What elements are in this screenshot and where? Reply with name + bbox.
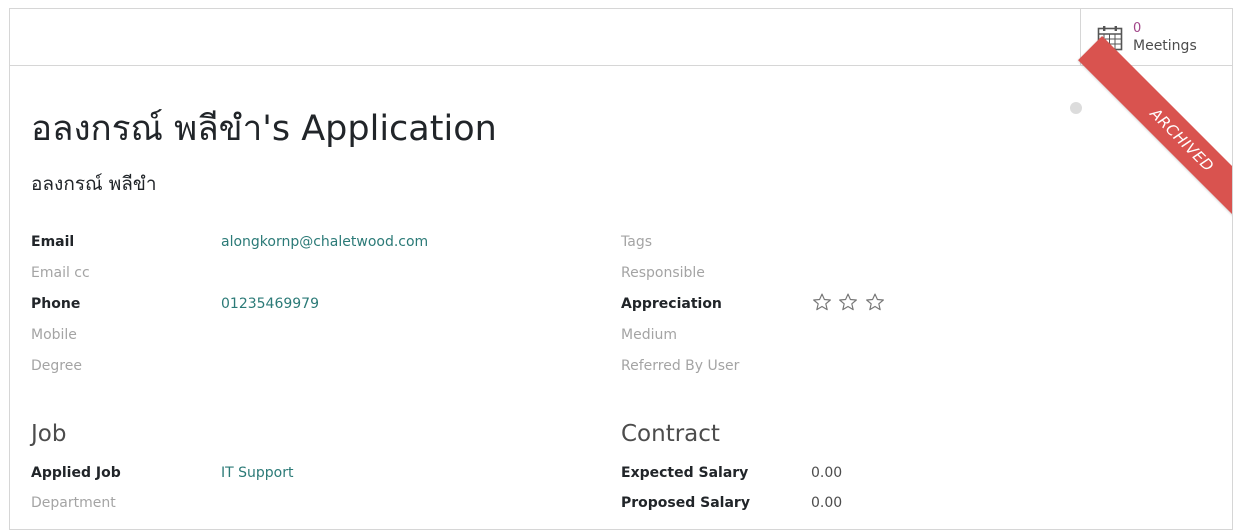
referred-by-label: Referred By User bbox=[621, 358, 740, 374]
tags-row: Tags bbox=[621, 232, 1121, 252]
star-icon[interactable] bbox=[812, 292, 832, 312]
expected-salary-value[interactable]: 0.00 bbox=[811, 463, 842, 483]
page-title: อลงกรณ์ พลีขำ's Application bbox=[31, 109, 497, 149]
phone-label: Phone bbox=[31, 296, 81, 312]
email-label: Email bbox=[31, 234, 75, 250]
medium-label: Medium bbox=[621, 327, 677, 343]
expected-salary-label: Expected Salary bbox=[621, 465, 749, 481]
appreciation-row: Appreciation bbox=[621, 293, 1121, 314]
applied-job-link[interactable]: IT Support bbox=[221, 463, 293, 483]
referred-by-row: Referred By User bbox=[621, 356, 1121, 376]
department-row: Department bbox=[31, 493, 551, 513]
tags-label: Tags bbox=[621, 234, 652, 250]
archived-ribbon: ARCHIVED bbox=[1078, 36, 1232, 244]
form-sheet: 0 Meetings ARCHIVED อลงกรณ์ พลีขำ's Appl… bbox=[9, 8, 1233, 530]
proposed-salary-value[interactable]: 0.00 bbox=[811, 493, 842, 513]
email-row: Email alongkornp@chaletwood.com bbox=[31, 232, 551, 252]
star-icon[interactable] bbox=[865, 292, 885, 312]
proposed-salary-row: Proposed Salary 0.00 bbox=[621, 493, 1121, 513]
degree-label: Degree bbox=[31, 358, 82, 374]
medium-row: Medium bbox=[621, 325, 1121, 345]
meetings-count: 0 bbox=[1133, 21, 1142, 36]
email-cc-row: Email cc bbox=[31, 263, 551, 283]
appreciation-label: Appreciation bbox=[621, 296, 722, 312]
mobile-label: Mobile bbox=[31, 327, 77, 343]
star-icon[interactable] bbox=[838, 292, 858, 312]
kanban-state-icon[interactable] bbox=[1070, 102, 1082, 114]
priority-stars bbox=[812, 292, 887, 318]
email-cc-label: Email cc bbox=[31, 265, 90, 281]
expected-salary-row: Expected Salary 0.00 bbox=[621, 463, 1121, 483]
phone-link[interactable]: 01235469979 bbox=[221, 294, 319, 314]
applied-job-row: Applied Job IT Support bbox=[31, 463, 551, 483]
responsible-row: Responsible bbox=[621, 263, 1121, 283]
mobile-row: Mobile bbox=[31, 325, 551, 345]
email-link[interactable]: alongkornp@chaletwood.com bbox=[221, 232, 428, 252]
proposed-salary-label: Proposed Salary bbox=[621, 495, 750, 511]
job-section-title: Job bbox=[31, 421, 67, 447]
partner-name: อลงกรณ์ พลีขำ bbox=[31, 173, 157, 195]
applied-job-label: Applied Job bbox=[31, 465, 121, 481]
contract-section-title: Contract bbox=[621, 421, 720, 447]
degree-row: Degree bbox=[31, 356, 551, 376]
responsible-label: Responsible bbox=[621, 265, 705, 281]
department-label: Department bbox=[31, 495, 116, 511]
phone-row: Phone 01235469979 bbox=[31, 294, 551, 314]
meetings-label: Meetings bbox=[1133, 38, 1197, 54]
button-box: 0 Meetings bbox=[10, 9, 1232, 66]
